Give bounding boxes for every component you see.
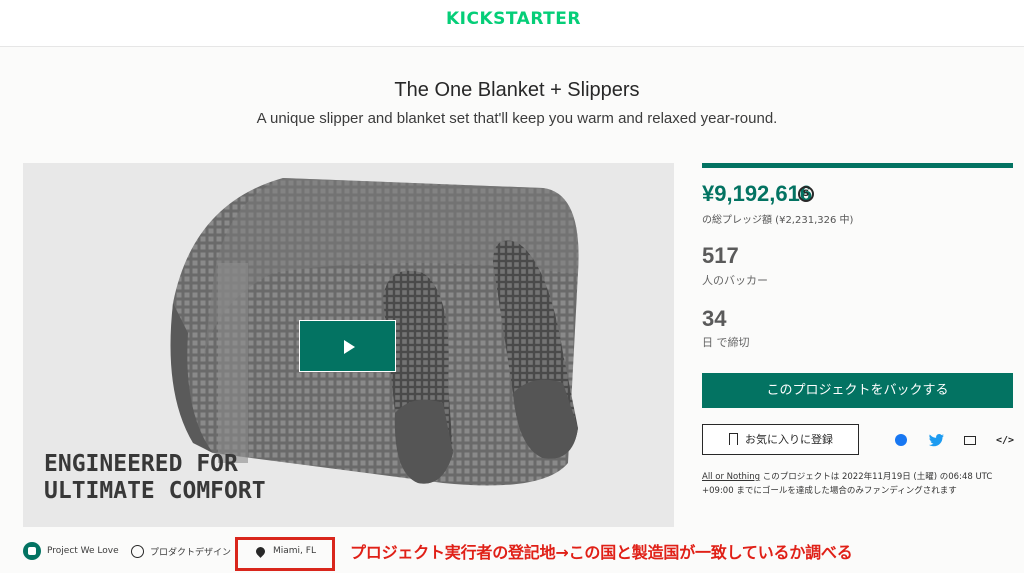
project-title: The One Blanket + Slippers [394,79,640,101]
currency-conversion-icon[interactable]: S [798,186,814,202]
overlay-line-2: ULTIMATE COMFORT [44,478,266,504]
backers-label: 人のバッカー [702,274,768,287]
days-label: 日 で締切 [702,336,750,349]
annotation-text: プロジェクト実行者の登記地→この国と製造国が一致しているか調べる [350,543,853,562]
category-label: プロダクトデザイン [150,547,232,558]
remind-me-label: お気に入りに登録 [745,433,833,446]
back-project-button[interactable]: このプロジェクトをバックする [702,373,1013,408]
kickstarter-logo[interactable]: KICKSTARTER [446,9,581,29]
media-overlay-text: ENGINEERED FOR ULTIMATE COMFORT [44,451,266,505]
bookmark-icon [729,433,738,445]
funding-progress-bar [702,163,1013,168]
pledged-label: の総プレッジ額 (¥2,231,326 中) [702,215,854,226]
play-icon [344,340,355,354]
days-left: 34 [702,306,727,331]
compass-icon [131,544,144,558]
funding-fineprint: All or Nothing このプロジェクトは 2022年11月19日 (土曜… [702,470,1017,498]
kickstarter-badge-icon [23,542,41,560]
all-or-nothing-link[interactable]: All or Nothing [702,472,760,482]
category-link[interactable]: プロダクトデザイン [131,541,231,561]
backers-count: 517 [702,243,739,268]
embed-code-icon[interactable]: </> [996,432,1014,448]
top-bar: KICKSTARTER [0,0,1024,47]
project-we-love-badge[interactable]: Project We Love [23,541,119,561]
remind-me-button[interactable]: お気に入りに登録 [702,424,859,455]
pledged-amount: ¥9,192,616 [702,181,813,206]
facebook-share-icon[interactable] [893,432,909,448]
project-subtitle: A unique slipper and blanket set that'll… [256,110,778,127]
email-share-icon[interactable] [962,432,978,448]
overlay-line-1: ENGINEERED FOR [44,451,238,477]
twitter-share-icon[interactable] [928,432,944,448]
funding-progress-fill [702,163,1013,168]
play-button[interactable] [299,320,396,372]
annotation-highlight-box [235,537,335,571]
project-we-love-label: Project We Love [47,546,119,556]
